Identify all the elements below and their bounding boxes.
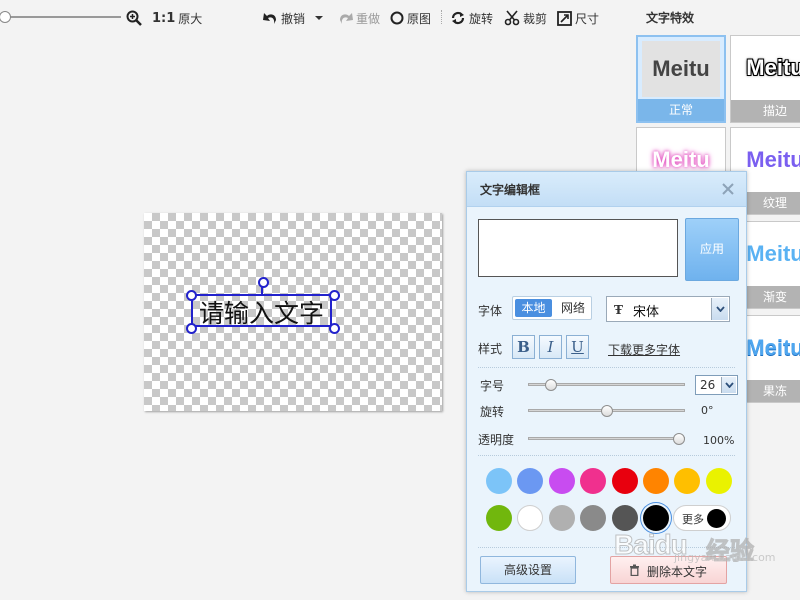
zoom-in-button[interactable] xyxy=(126,9,142,27)
text-layer-box[interactable]: 请输入文字 xyxy=(191,283,332,328)
italic-button[interactable]: I xyxy=(539,335,562,359)
color-swatch[interactable] xyxy=(580,468,607,494)
color-swatch[interactable] xyxy=(580,505,607,531)
rotation-value: 0° xyxy=(701,404,714,417)
opacity-value: 100% xyxy=(703,434,735,447)
effect-stroke[interactable]: Meitu 描边 xyxy=(730,35,800,123)
resize-icon xyxy=(557,10,572,26)
size-select[interactable]: 26 xyxy=(695,375,738,395)
crop-button[interactable]: 裁剪 xyxy=(504,9,547,27)
underline-button[interactable]: U xyxy=(566,335,589,359)
effect-label: 描边 xyxy=(731,100,800,122)
actual-size-button[interactable]: 1:1 原大 xyxy=(152,9,202,27)
size-label: 字号 xyxy=(480,379,505,393)
undo-dropdown[interactable] xyxy=(314,9,324,27)
color-swatch[interactable] xyxy=(548,468,575,494)
rotate-button[interactable]: 旋转 xyxy=(450,9,493,27)
text-layer-content: 请输入文字 xyxy=(199,299,325,328)
redo-button[interactable]: 重做 xyxy=(338,9,380,27)
delete-text-label: 删除本文字 xyxy=(647,565,708,579)
font-label: 字体 xyxy=(478,304,503,318)
bold-button[interactable]: B xyxy=(512,335,535,359)
redo-icon xyxy=(340,13,353,24)
effects-title: 文字特效 xyxy=(646,11,695,25)
watermark: Baidu 经验 jingyan.baidu.com xyxy=(614,527,794,566)
advanced-settings-button[interactable]: 高级设置 xyxy=(480,556,576,584)
trash-icon xyxy=(630,564,639,576)
size-select-arrow[interactable] xyxy=(721,377,736,393)
color-swatch[interactable] xyxy=(486,505,512,531)
undo-icon xyxy=(263,13,276,24)
undo-button[interactable]: 撤销 xyxy=(263,9,305,27)
toolbar-divider xyxy=(441,10,443,24)
opacity-slider-track[interactable] xyxy=(528,437,685,440)
scissors-icon xyxy=(504,10,520,26)
original-image-label: 原图 xyxy=(407,11,432,26)
original-circle-icon xyxy=(390,11,404,25)
effect-normal[interactable]: Meitu 正常 xyxy=(636,35,726,123)
font-select[interactable]: Ŧ 宋体 xyxy=(606,296,730,322)
divider xyxy=(478,455,735,456)
original-image-button[interactable]: 原图 xyxy=(390,9,431,27)
style-label: 样式 xyxy=(478,342,503,356)
actual-size-ratio: 1:1 xyxy=(152,10,176,26)
image-canvas[interactable]: 请输入文字 xyxy=(144,213,442,411)
chevron-down-icon xyxy=(715,306,725,312)
effect-preview: Meitu xyxy=(642,41,720,97)
color-swatch[interactable] xyxy=(548,505,575,531)
color-swatch[interactable] xyxy=(674,468,701,494)
rotation-label: 旋转 xyxy=(480,405,505,419)
color-swatch[interactable] xyxy=(705,468,732,494)
rotate-label: 旋转 xyxy=(469,11,494,26)
effect-label: 正常 xyxy=(638,99,724,121)
size-value: 26 xyxy=(700,378,716,392)
zoom-slider-knob[interactable] xyxy=(0,11,11,23)
chevron-down-icon xyxy=(724,382,734,388)
more-colors-label: 更多 xyxy=(682,513,704,526)
actual-size-label: 原大 xyxy=(178,11,203,26)
resize-handle-bottom-left[interactable] xyxy=(186,323,197,334)
dialog-title: 文字编辑框 xyxy=(480,183,541,197)
resize-button[interactable]: 尺寸 xyxy=(557,9,599,27)
apply-button[interactable]: 应用 xyxy=(685,218,739,281)
dialog-header[interactable]: 文字编辑框 xyxy=(467,172,746,207)
font-select-arrow[interactable] xyxy=(711,298,728,320)
font-source-toggle: 本地 网络 xyxy=(512,296,592,320)
resize-handle-top-left[interactable] xyxy=(186,290,197,301)
opacity-label: 透明度 xyxy=(478,433,515,447)
zoom-slider-track[interactable] xyxy=(5,16,121,18)
rotation-handle[interactable] xyxy=(258,277,269,288)
download-fonts-link[interactable]: 下载更多字体 xyxy=(608,341,680,358)
color-swatch[interactable] xyxy=(517,468,544,494)
divider xyxy=(478,367,735,368)
font-name: 宋体 xyxy=(633,305,660,320)
color-swatch[interactable] xyxy=(643,468,669,494)
top-toolbar: 1:1 原大 撤销 重做 原图 旋转 裁剪 尺寸 xyxy=(0,0,630,34)
font-type-icon: Ŧ xyxy=(614,303,623,317)
crop-label: 裁剪 xyxy=(523,11,548,26)
color-swatch[interactable] xyxy=(611,468,638,494)
size-slider-knob[interactable] xyxy=(545,379,558,391)
font-source-local[interactable]: 本地 xyxy=(515,299,552,317)
opacity-slider-knob[interactable] xyxy=(673,433,685,445)
rotate-icon xyxy=(451,11,465,25)
font-source-web[interactable]: 网络 xyxy=(555,299,591,317)
text-input-area[interactable] xyxy=(478,219,678,277)
resize-label: 尺寸 xyxy=(575,11,600,26)
color-swatch[interactable] xyxy=(517,505,544,531)
resize-handle-bottom-right[interactable] xyxy=(329,323,340,334)
effect-preview: Meitu xyxy=(735,40,800,96)
current-color-dot xyxy=(707,509,726,528)
redo-label: 重做 xyxy=(356,11,381,26)
close-icon[interactable] xyxy=(721,182,735,196)
zoom-in-icon xyxy=(126,10,142,26)
chevron-down-icon xyxy=(315,16,323,20)
watermark-url: jingyan.baidu.com xyxy=(674,551,776,564)
resize-handle-top-right[interactable] xyxy=(329,290,340,301)
rotation-slider-knob[interactable] xyxy=(600,405,613,417)
undo-label: 撤销 xyxy=(281,11,306,26)
color-swatch[interactable] xyxy=(486,468,512,494)
